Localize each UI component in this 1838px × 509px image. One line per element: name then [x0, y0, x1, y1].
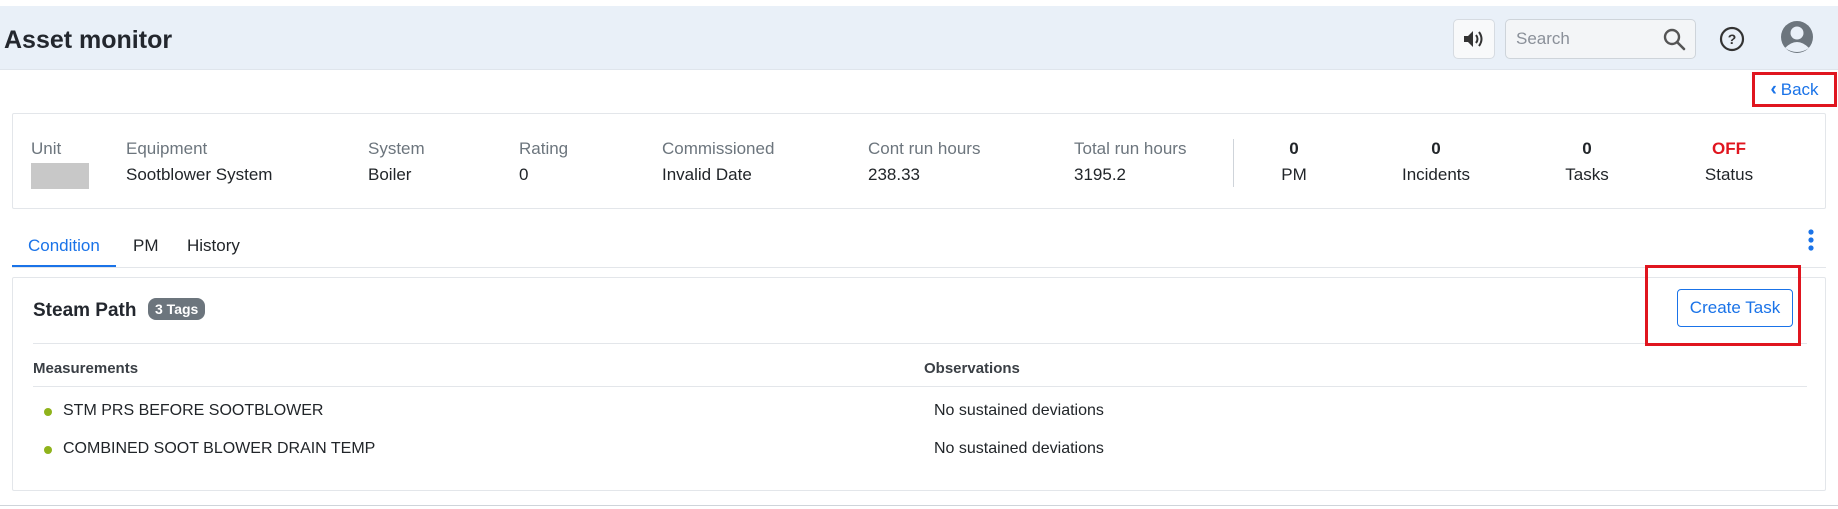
sound-button[interactable] [1453, 19, 1495, 59]
total-run-hours-label: Total run hours [1074, 139, 1187, 158]
cont-run-hours-label: Cont run hours [868, 139, 981, 158]
app-title: Asset monitor [4, 26, 173, 54]
active-tab-indicator [12, 265, 116, 267]
panel-divider [33, 343, 1807, 344]
commissioned-label: Commissioned [662, 139, 775, 158]
search-input[interactable] [1516, 28, 1656, 50]
field-unit: Unit [31, 139, 89, 189]
header-divider [33, 386, 1807, 387]
asset-info-card: Unit Equipment Sootblower System System … [12, 113, 1826, 209]
system-label: System [368, 139, 425, 158]
observation-text: No sustained deviations [934, 440, 1104, 457]
stat-status: OFF Status [1649, 139, 1809, 185]
pm-count: 0 [1289, 139, 1299, 158]
rating-value: 0 [519, 165, 529, 184]
field-cont-run-hours: Cont run hours 238.33 [868, 139, 980, 185]
observations-header: Observations [924, 360, 1020, 377]
speaker-icon [1464, 31, 1483, 47]
search-icon[interactable] [1662, 27, 1686, 51]
status-value: OFF [1712, 139, 1746, 158]
unit-label: Unit [31, 139, 62, 158]
more-options-icon[interactable] [1808, 229, 1814, 251]
system-value: Boiler [368, 165, 412, 184]
condition-panel: Steam Path 3 Tags Measurements Observati… [12, 277, 1826, 491]
status-dot-icon [44, 408, 52, 416]
observation-text: No sustained deviations [934, 402, 1104, 419]
stat-tasks: 0 Tasks [1507, 139, 1667, 185]
status-label: Status [1704, 165, 1754, 184]
tasks-count: 0 [1582, 139, 1592, 158]
total-run-hours-value: 3195.2 [1074, 165, 1126, 184]
tab-condition[interactable]: Condition [28, 236, 100, 256]
back-link[interactable]: ‹ Back [1752, 72, 1837, 107]
rating-label: Rating [519, 139, 569, 158]
status-dot-icon [44, 446, 52, 454]
measurements-header: Measurements [33, 360, 139, 377]
field-total-run-hours: Total run hours 3195.2 [1074, 139, 1186, 185]
table-row: COMBINED SOOT BLOWER DRAIN TEMP No susta… [33, 435, 1807, 465]
tab-history[interactable]: History [187, 236, 240, 256]
field-rating: Rating 0 [519, 139, 568, 185]
tab-bar: Condition PM History [12, 228, 1826, 268]
tags-badge: 3 Tags [148, 298, 206, 320]
field-system: System Boiler [368, 139, 425, 185]
stat-incidents: 0 Incidents [1356, 139, 1516, 185]
cont-run-hours-value: 238.33 [868, 165, 920, 184]
tasks-label: Tasks [1565, 165, 1609, 184]
stat-pm: 0 PM [1214, 139, 1374, 185]
equipment-value: Sootblower System [126, 165, 273, 184]
field-equipment: Equipment Sootblower System [126, 139, 272, 185]
pm-label: PM [1281, 165, 1307, 184]
table-row: STM PRS BEFORE SOOTBLOWER No sustained d… [33, 397, 1807, 427]
question-circle-icon[interactable]: ? [1719, 26, 1745, 52]
field-commissioned: Commissioned Invalid Date [662, 139, 774, 185]
create-task-button[interactable]: Create Task [1677, 289, 1793, 327]
group-title: Steam Path [33, 300, 137, 321]
unit-value-redacted [31, 163, 89, 189]
back-label: Back [1780, 79, 1819, 99]
bottom-divider [0, 505, 1838, 506]
equipment-label: Equipment [126, 139, 208, 158]
incidents-count: 0 [1431, 139, 1441, 158]
measurement-name: COMBINED SOOT BLOWER DRAIN TEMP [63, 440, 376, 457]
measurement-name: STM PRS BEFORE SOOTBLOWER [63, 402, 324, 419]
tab-pm[interactable]: PM [133, 236, 159, 256]
top-bar: Asset monitor ? [0, 6, 1838, 70]
commissioned-value: Invalid Date [662, 165, 752, 184]
svg-text:?: ? [1728, 31, 1737, 47]
chevron-left-icon: ‹ [1770, 78, 1777, 100]
search-box[interactable] [1505, 19, 1696, 59]
incidents-label: Incidents [1401, 165, 1471, 184]
user-avatar-icon[interactable] [1780, 20, 1814, 54]
